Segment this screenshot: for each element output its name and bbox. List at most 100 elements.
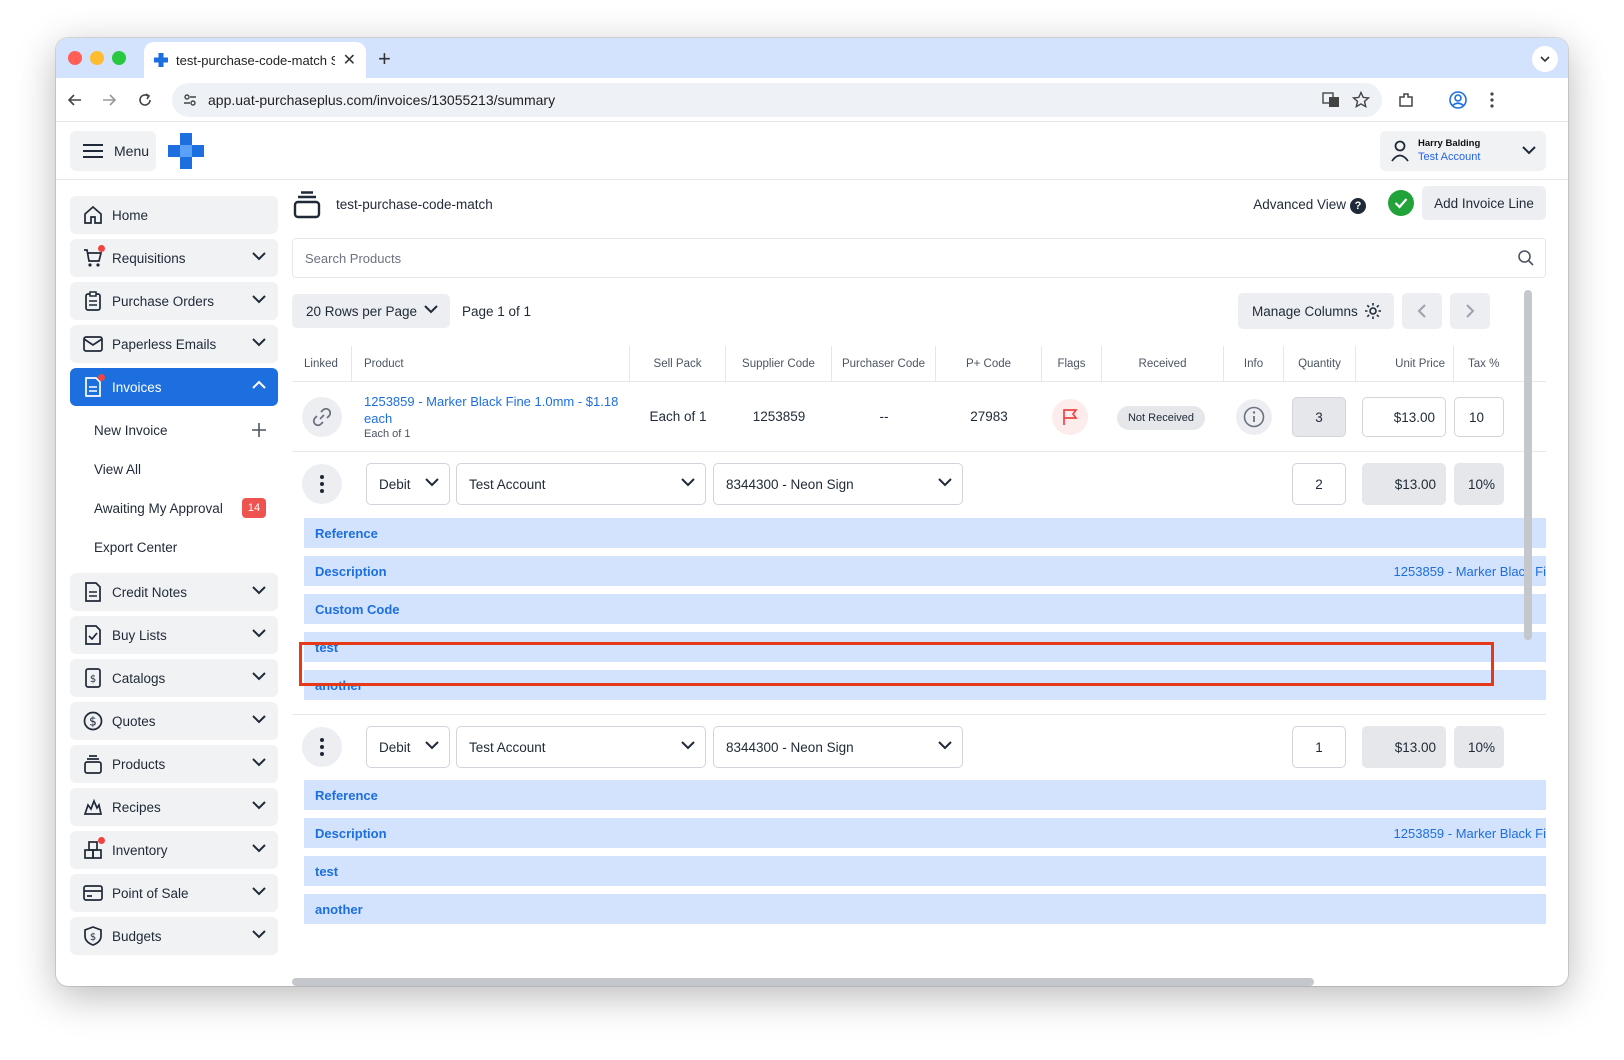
search-products-input[interactable]: Search Products: [292, 238, 1546, 278]
sidebar-subitem-view-all[interactable]: View All: [94, 454, 278, 484]
vertical-dots-icon: [320, 475, 324, 493]
tab-close-icon[interactable]: ✕: [343, 50, 356, 70]
account-code-select[interactable]: 8344300 - Neon Sign: [713, 463, 963, 505]
sidebar-item-invoices[interactable]: Invoices: [70, 368, 278, 406]
line-unit-price-field: $13.00: [1362, 463, 1446, 505]
product-name-link[interactable]: 1253859 - Marker Black Fine 1.0mm - $1.1…: [364, 393, 624, 427]
search-placeholder: Search Products: [305, 250, 402, 266]
description-bar[interactable]: Description 1253859 - Marker Black Fi: [304, 818, 1546, 848]
department-select[interactable]: Test Account: [456, 463, 706, 505]
line-options-button[interactable]: [302, 464, 342, 504]
column-header-unit-price: Unit Price: [1356, 346, 1454, 382]
select-value: 8344300 - Neon Sign: [726, 476, 854, 492]
search-icon[interactable]: [1517, 249, 1535, 267]
browser-tab[interactable]: test-purchase-code-match S ✕: [144, 42, 366, 78]
sidebar-item-purchase-orders[interactable]: Purchase Orders: [70, 282, 278, 320]
select-value: Debit: [379, 476, 411, 492]
info-button[interactable]: [1236, 399, 1272, 435]
sidebar-item-products[interactable]: Products: [70, 745, 278, 783]
sidebar-item-label: Inventory: [112, 842, 168, 858]
sidebar-subitem-awaiting-approval[interactable]: Awaiting My Approval 14: [94, 493, 278, 523]
description-bar[interactable]: Description 1253859 - Marker Black Fi: [304, 556, 1546, 586]
bookmark-star-icon[interactable]: [1352, 91, 1370, 109]
forward-icon[interactable]: [96, 87, 122, 113]
rows-per-page-select[interactable]: 20 Rows per Page: [292, 294, 450, 328]
link-button[interactable]: [302, 397, 342, 437]
department-select[interactable]: Test Account: [456, 726, 706, 768]
reference-bar[interactable]: Reference: [304, 780, 1546, 810]
checklist-icon: [82, 624, 104, 646]
account-code-select[interactable]: 8344300 - Neon Sign: [713, 726, 963, 768]
purchaseplus-logo-icon[interactable]: [168, 133, 204, 169]
sidebar-item-label: Home: [112, 207, 149, 223]
custom-code-bar[interactable]: Custom Code: [304, 594, 1546, 624]
sidebar-item-requisitions[interactable]: Requisitions: [70, 239, 278, 277]
maximize-window-button[interactable]: [112, 51, 126, 65]
tab-bar: test-purchase-code-match S ✕ +: [56, 38, 1568, 78]
address-bar[interactable]: app.uat-purchaseplus.com/invoices/130552…: [172, 83, 1382, 117]
vertical-scrollbar[interactable]: [1524, 290, 1532, 640]
sidebar-subitem-new-invoice[interactable]: New Invoice: [94, 415, 278, 445]
sidebar-item-label: Requisitions: [112, 250, 186, 266]
chevron-down-icon: [425, 741, 439, 750]
add-invoice-line-button[interactable]: Add Invoice Line: [1422, 186, 1546, 220]
sidebar-item-paperless-emails[interactable]: Paperless Emails: [70, 325, 278, 363]
reload-icon[interactable]: [132, 87, 158, 113]
sidebar-item-quotes[interactable]: $ Quotes: [70, 702, 278, 740]
back-icon[interactable]: [62, 87, 88, 113]
tax-field[interactable]: 10: [1454, 397, 1504, 437]
tab-search-icon[interactable]: [1532, 46, 1558, 72]
sidebar-item-budgets[interactable]: $ Budgets: [70, 917, 278, 955]
sidebar-item-buy-lists[interactable]: Buy Lists: [70, 616, 278, 654]
vertical-dots-icon: [320, 738, 324, 756]
column-header-info: Info: [1224, 346, 1284, 382]
card-icon: [82, 882, 104, 904]
chevron-down-icon: [938, 478, 952, 487]
user-menu[interactable]: Harry Balding Test Account: [1380, 131, 1546, 171]
advanced-view-toggle-check-icon[interactable]: [1388, 190, 1414, 216]
site-settings-icon[interactable]: [182, 92, 198, 108]
sidebar-item-home[interactable]: Home: [70, 196, 278, 234]
line-tax-field: 10%: [1454, 463, 1504, 505]
extensions-icon[interactable]: [1393, 87, 1419, 113]
menu-button[interactable]: Menu: [70, 131, 156, 171]
chevron-down-icon: [681, 478, 695, 487]
sidebar-subitem-export-center[interactable]: Export Center: [94, 532, 278, 562]
quantity-field[interactable]: 3: [1292, 397, 1346, 437]
sidebar-item-label: Products: [112, 756, 166, 772]
debit-credit-select[interactable]: Debit: [366, 726, 450, 768]
sidebar-item-inventory[interactable]: Inventory: [70, 831, 278, 869]
translate-icon[interactable]: [1322, 91, 1340, 109]
previous-page-button[interactable]: [1402, 293, 1442, 329]
reference-bar[interactable]: Reference: [304, 518, 1546, 548]
line-quantity-field[interactable]: 1: [1292, 726, 1346, 768]
help-icon[interactable]: ?: [1350, 198, 1366, 214]
sidebar-item-point-of-sale[interactable]: Point of Sale: [70, 874, 278, 912]
horizontal-scrollbar[interactable]: [292, 978, 1314, 986]
test-bar[interactable]: test: [304, 856, 1546, 886]
url-text: app.uat-purchaseplus.com/invoices/130552…: [208, 92, 556, 108]
profile-icon[interactable]: [1445, 87, 1471, 113]
chevron-down-icon: [681, 741, 695, 750]
invoice-sub-line: Debit Test Account 8344300 - Neon Sign 1…: [292, 714, 1546, 778]
sidebar-item-recipes[interactable]: Recipes: [70, 788, 278, 826]
sidebar-item-catalogs[interactable]: $ Catalogs: [70, 659, 278, 697]
line-quantity-field[interactable]: 2: [1292, 463, 1346, 505]
close-window-button[interactable]: [68, 51, 82, 65]
svg-text:$: $: [90, 674, 96, 685]
user-account: Test Account: [1418, 151, 1481, 163]
plus-icon[interactable]: [252, 423, 266, 437]
debit-credit-select[interactable]: Debit: [366, 463, 450, 505]
next-page-button[interactable]: [1450, 293, 1490, 329]
another-bar[interactable]: another: [304, 894, 1546, 924]
sidebar-item-label: Buy Lists: [112, 627, 167, 643]
rows-per-page-label: 20 Rows per Page: [306, 303, 418, 319]
minimize-window-button[interactable]: [90, 51, 104, 65]
line-options-button[interactable]: [302, 727, 342, 767]
kebab-menu-icon[interactable]: [1479, 87, 1505, 113]
flags-button[interactable]: [1052, 399, 1088, 435]
manage-columns-button[interactable]: Manage Columns: [1238, 293, 1394, 329]
new-tab-icon[interactable]: +: [378, 46, 391, 72]
sidebar-item-credit-notes[interactable]: Credit Notes: [70, 573, 278, 611]
unit-price-field[interactable]: $13.00: [1362, 397, 1446, 437]
